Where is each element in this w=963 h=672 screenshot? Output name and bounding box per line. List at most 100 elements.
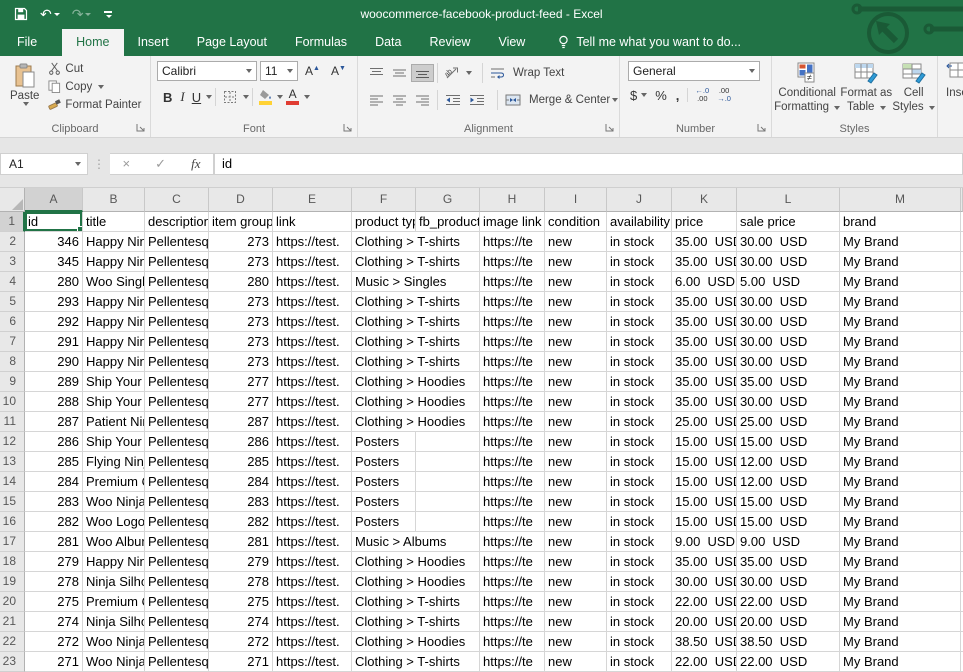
cell-L14[interactable]: 12.00 USD (737, 472, 840, 492)
cell-D7[interactable]: 273 (209, 332, 273, 352)
row-header-15[interactable]: 15 (0, 492, 25, 512)
tab-insert[interactable]: Insert (124, 29, 183, 56)
row-header-12[interactable]: 12 (0, 432, 25, 452)
cell-A14[interactable]: 284 (25, 472, 83, 492)
column-header-L[interactable]: L (737, 188, 840, 212)
merge-center-label[interactable]: Merge & Center (529, 94, 610, 106)
cell-E16[interactable]: https://test. (273, 512, 352, 532)
cell-B6[interactable]: Happy Ninja (83, 312, 145, 332)
cell-G1[interactable]: fb_product_category (416, 212, 480, 232)
cell-C3[interactable]: Pellentesque habitant morbi (145, 252, 209, 272)
cell-H18[interactable]: https://te (480, 552, 545, 572)
cell-E21[interactable]: https://test. (273, 612, 352, 632)
cell-D3[interactable]: 273 (209, 252, 273, 272)
increase-font-size-button[interactable]: A▲ (301, 64, 324, 78)
cell-I16[interactable]: new (545, 512, 607, 532)
cell-K10[interactable]: 35.00 USD (672, 392, 737, 412)
cell-F16[interactable]: Posters (352, 512, 480, 532)
cell-A2[interactable]: 346 (25, 232, 83, 252)
cell-C19[interactable]: Pellentesque habitant morbi (145, 572, 209, 592)
cell-B18[interactable]: Happy Ninja (83, 552, 145, 572)
cell-B4[interactable]: Woo Single #1 (83, 272, 145, 292)
cell-L3[interactable]: 30.00 USD (737, 252, 840, 272)
cell-K14[interactable]: 15.00 USD (672, 472, 737, 492)
row-header-21[interactable]: 21 (0, 612, 25, 632)
cell-E5[interactable]: https://test. (273, 292, 352, 312)
cell-E18[interactable]: https://test. (273, 552, 352, 572)
cell-D15[interactable]: 283 (209, 492, 273, 512)
cell-I14[interactable]: new (545, 472, 607, 492)
cell-A8[interactable]: 290 (25, 352, 83, 372)
cell-K6[interactable]: 35.00 USD (672, 312, 737, 332)
cell-L16[interactable]: 15.00 USD (737, 512, 840, 532)
cell-A13[interactable]: 285 (25, 452, 83, 472)
cell-K8[interactable]: 35.00 USD (672, 352, 737, 372)
row-header-7[interactable]: 7 (0, 332, 25, 352)
align-left-button[interactable] (365, 91, 388, 109)
column-header-K[interactable]: K (672, 188, 737, 212)
fill-handle[interactable] (77, 226, 82, 231)
cell-I21[interactable]: new (545, 612, 607, 632)
cell-I1[interactable]: condition (545, 212, 607, 232)
font-dialog-launcher[interactable] (343, 123, 353, 133)
cell-I10[interactable]: new (545, 392, 607, 412)
row-header-23[interactable]: 23 (0, 652, 25, 672)
cell-K22[interactable]: 38.50 USD (672, 632, 737, 652)
cell-I6[interactable]: new (545, 312, 607, 332)
cell-B8[interactable]: Happy Ninja (83, 352, 145, 372)
cell-H19[interactable]: https://te (480, 572, 545, 592)
cell-C4[interactable]: Pellentesque habitant morbi (145, 272, 209, 292)
cell-F18[interactable]: Clothing > Hoodies (352, 552, 480, 572)
cell-D17[interactable]: 281 (209, 532, 273, 552)
row-header-17[interactable]: 17 (0, 532, 25, 552)
cell-A6[interactable]: 292 (25, 312, 83, 332)
cell-A20[interactable]: 275 (25, 592, 83, 612)
row-header-11[interactable]: 11 (0, 412, 25, 432)
cell-F6[interactable]: Clothing > T-shirts (352, 312, 480, 332)
bottom-align-button[interactable] (411, 64, 434, 82)
top-align-button[interactable] (365, 64, 388, 82)
cell-D2[interactable]: 273 (209, 232, 273, 252)
cell-H13[interactable]: https://te (480, 452, 545, 472)
cell-D5[interactable]: 273 (209, 292, 273, 312)
cell-L13[interactable]: 12.00 USD (737, 452, 840, 472)
cell-F20[interactable]: Clothing > T-shirts (352, 592, 480, 612)
cell-H1[interactable]: image link (480, 212, 545, 232)
formula-bar-splitter[interactable]: ⋮ (88, 157, 110, 171)
cell-A22[interactable]: 272 (25, 632, 83, 652)
cell-M15[interactable]: My Brand (840, 492, 961, 512)
cell-J6[interactable]: in stock (607, 312, 672, 332)
cell-M16[interactable]: My Brand (840, 512, 961, 532)
cell-J20[interactable]: in stock (607, 592, 672, 612)
cell-J10[interactable]: in stock (607, 392, 672, 412)
cell-H22[interactable]: https://te (480, 632, 545, 652)
cell-B17[interactable]: Woo Album #4 (83, 532, 145, 552)
percent-style-button[interactable]: % (653, 88, 669, 103)
cell-C17[interactable]: Pellentesque habitant morbi (145, 532, 209, 552)
cell-L10[interactable]: 30.00 USD (737, 392, 840, 412)
cell-H11[interactable]: https://te (480, 412, 545, 432)
cell-I18[interactable]: new (545, 552, 607, 572)
cell-J8[interactable]: in stock (607, 352, 672, 372)
tab-review[interactable]: Review (415, 29, 484, 56)
alignment-dialog-launcher[interactable] (605, 123, 615, 133)
tab-data[interactable]: Data (361, 29, 415, 56)
cell-K20[interactable]: 22.00 USD (672, 592, 737, 612)
cell-H15[interactable]: https://te (480, 492, 545, 512)
cell-K13[interactable]: 15.00 USD (672, 452, 737, 472)
cell-K1[interactable]: price (672, 212, 737, 232)
cell-H2[interactable]: https://te (480, 232, 545, 252)
fill-color-button[interactable] (256, 89, 275, 105)
cell-A15[interactable]: 283 (25, 492, 83, 512)
cell-D6[interactable]: 273 (209, 312, 273, 332)
cell-A19[interactable]: 278 (25, 572, 83, 592)
borders-button[interactable] (219, 87, 241, 107)
cell-F5[interactable]: Clothing > T-shirts (352, 292, 480, 312)
cell-M3[interactable]: My Brand (840, 252, 961, 272)
cell-D11[interactable]: 287 (209, 412, 273, 432)
cell-L4[interactable]: 5.00 USD (737, 272, 840, 292)
cell-C16[interactable]: Pellentesque habitant morbi (145, 512, 209, 532)
cell-L17[interactable]: 9.00 USD (737, 532, 840, 552)
cell-E19[interactable]: https://test. (273, 572, 352, 592)
copy-button[interactable]: Copy (45, 79, 144, 94)
